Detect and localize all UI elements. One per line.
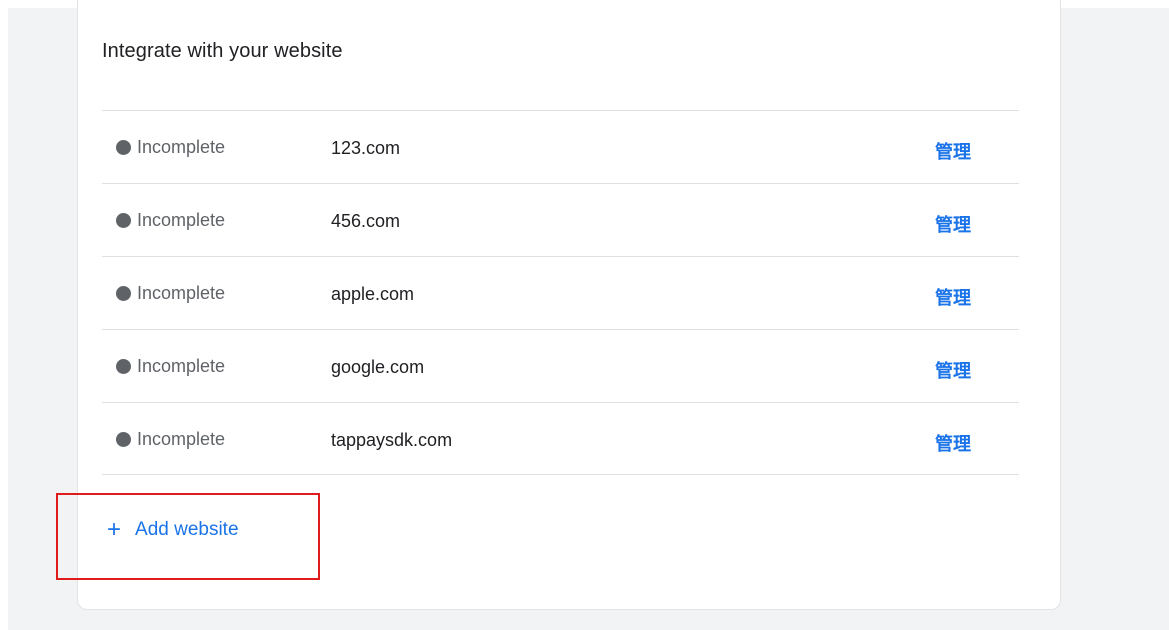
website-list: Incomplete 123.com 管理 Incomplete 456.com… [102,110,1019,475]
website-row: Incomplete 456.com 管理 [102,183,1019,256]
status-indicator: Incomplete [116,137,225,158]
website-domain: 456.com [331,211,401,231]
website-domain: google.com [331,357,425,377]
status-indicator: Incomplete [116,210,225,231]
manage-link[interactable]: 管理 [935,211,971,237]
manage-link[interactable]: 管理 [935,430,971,456]
manage-link[interactable]: 管理 [935,138,971,164]
status-label: Incomplete [137,356,226,376]
website-row: Incomplete tappaysdk.com 管理 [102,402,1019,475]
status-indicator: Incomplete [116,429,225,450]
manage-link[interactable]: 管理 [935,284,971,310]
website-row: Incomplete apple.com 管理 [102,256,1019,329]
card-title: Integrate with your website [102,40,343,62]
status-label: Incomplete [137,210,226,230]
website-domain: 123.com [331,138,401,158]
status-indicator: Incomplete [116,356,225,377]
status-label: Incomplete [137,283,226,303]
status-indicator: Incomplete [116,283,225,304]
status-dot-icon [116,213,131,228]
website-row: Incomplete 123.com 管理 [102,110,1019,183]
manage-link[interactable]: 管理 [935,357,971,383]
website-row: Incomplete google.com 管理 [102,329,1019,402]
status-label: Incomplete [137,137,226,157]
website-domain: tappaysdk.com [331,430,453,450]
status-dot-icon [116,359,131,374]
highlight-box [56,493,320,580]
status-dot-icon [116,286,131,301]
status-dot-icon [116,432,131,447]
website-domain: apple.com [331,284,415,304]
status-dot-icon [116,140,131,155]
status-label: Incomplete [137,429,226,449]
